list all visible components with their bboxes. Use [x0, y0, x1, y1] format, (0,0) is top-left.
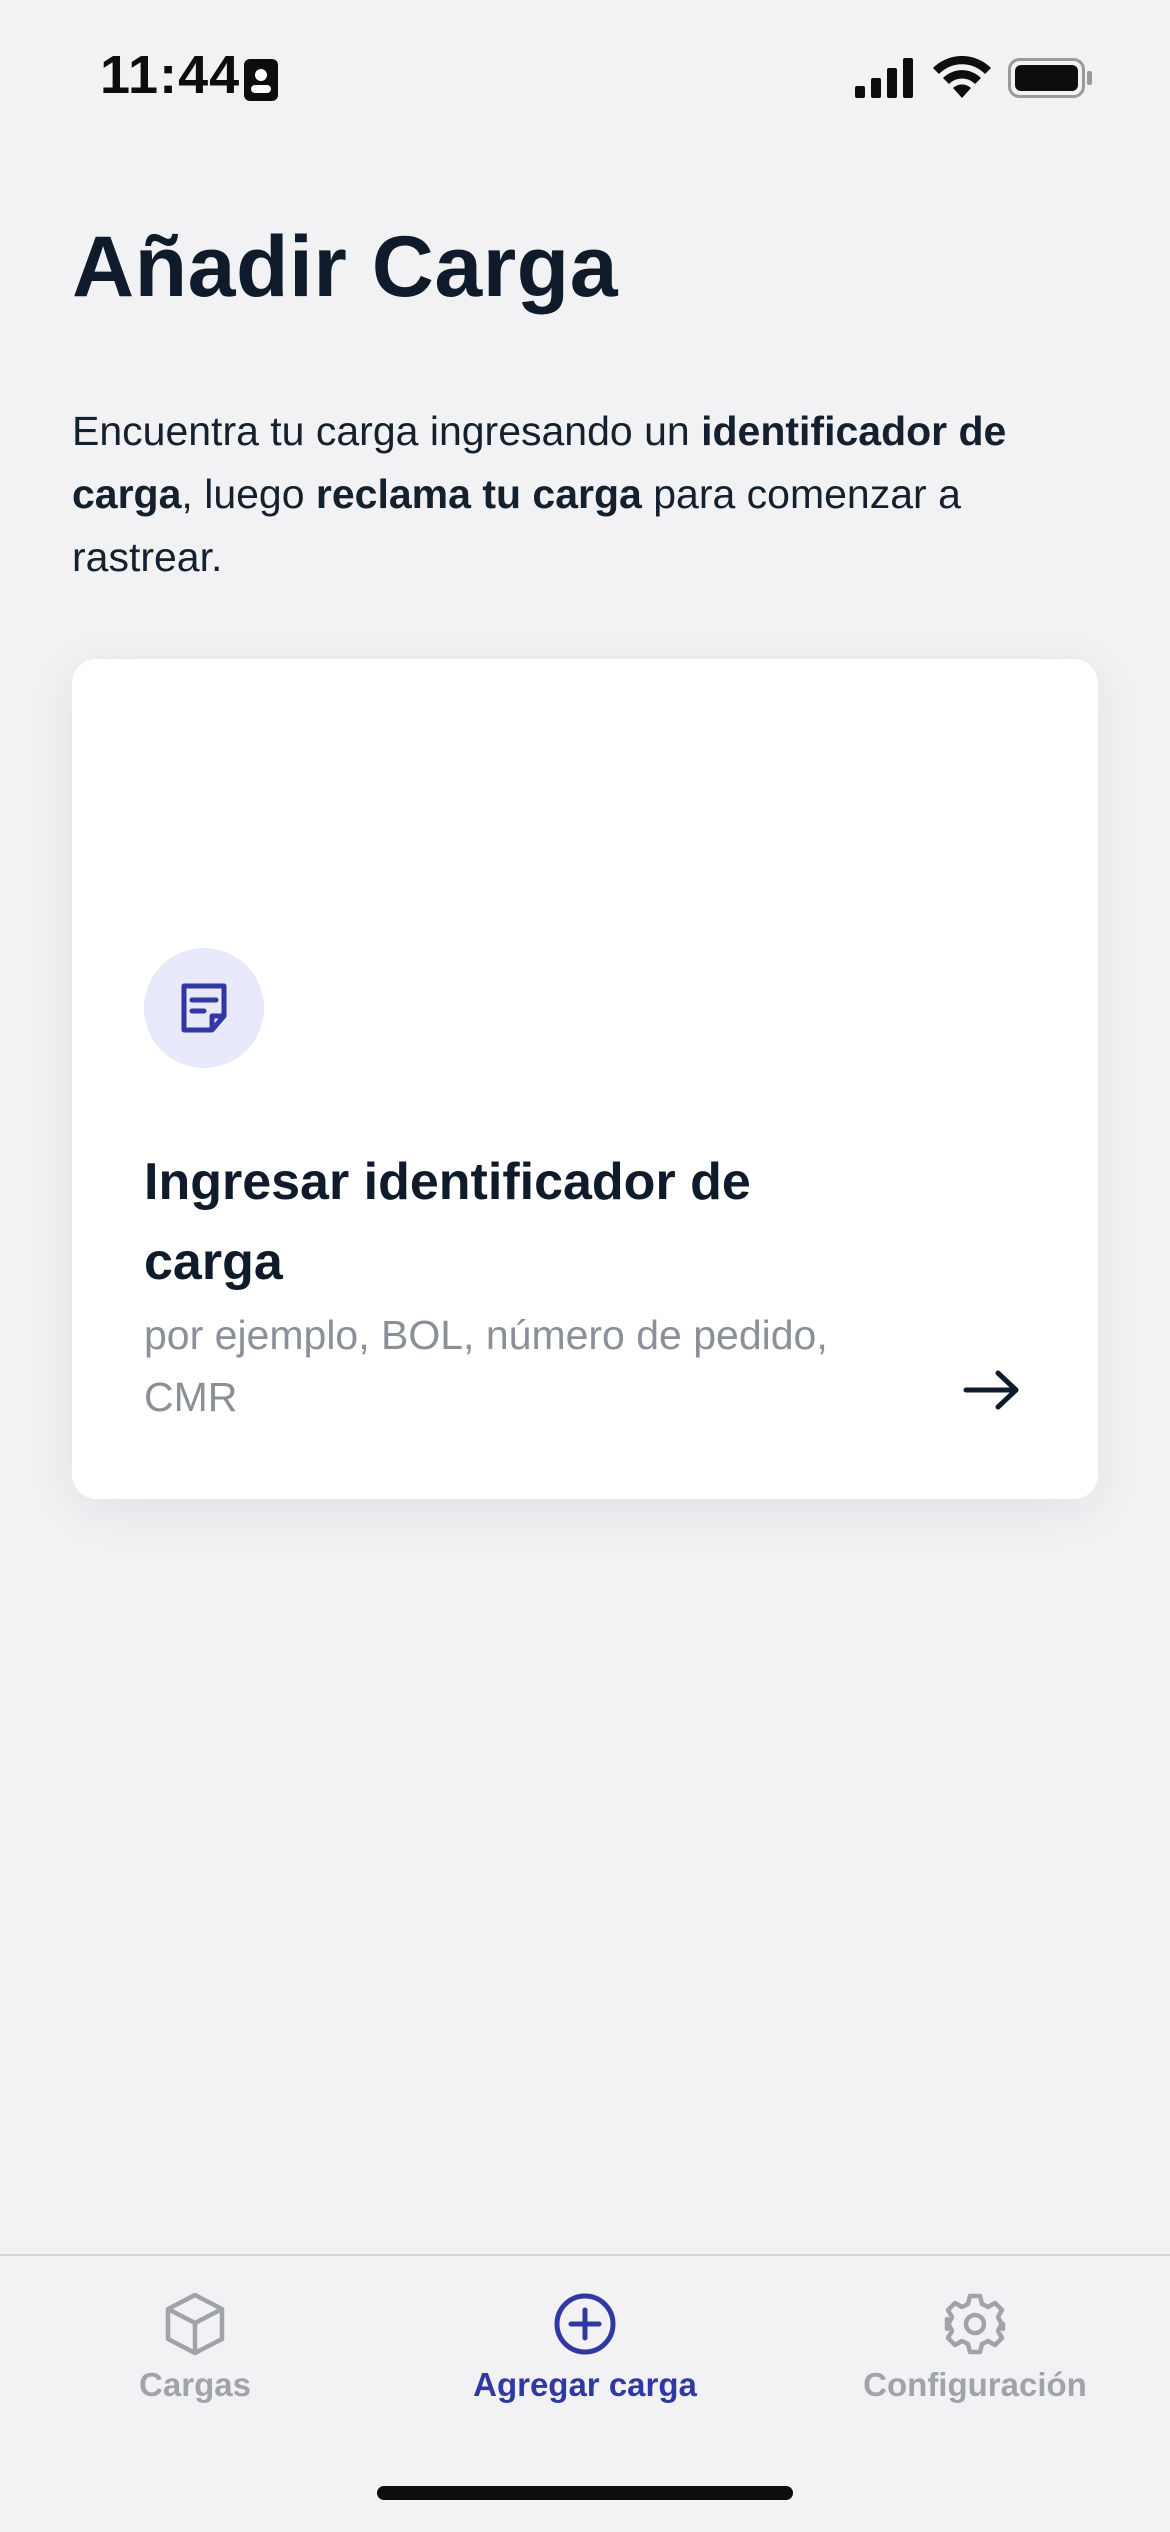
- battery-icon: [1008, 58, 1092, 98]
- tab-add-load[interactable]: Agregar carga: [390, 2256, 780, 2456]
- note-document-icon: [181, 983, 227, 1033]
- add-load-screen: 11:44 Añadir Carga Encuentra tu carga in…: [0, 0, 1170, 2532]
- card-icon-badge: [144, 948, 264, 1068]
- card-title: Ingresar identificador de carga: [144, 1153, 751, 1291]
- intro-text-part: Encuentra tu carga ingresando un: [72, 408, 702, 454]
- cube-icon: [165, 2292, 225, 2356]
- id-card-icon: [244, 59, 278, 101]
- gear-icon: [944, 2293, 1006, 2355]
- arrow-right-icon[interactable]: [962, 1367, 1022, 1413]
- enter-load-id-card[interactable]: Ingresar identificador de carga por ejem…: [72, 659, 1098, 1499]
- intro-bold-claim: reclama tu carga: [315, 471, 642, 517]
- status-time: 11:44: [100, 45, 241, 105]
- status-bar: 11:44: [0, 0, 1170, 150]
- wifi-icon: [933, 56, 991, 98]
- card-subtitle: por ejemplo, BOL, número de pedido, CMR: [144, 1312, 828, 1420]
- home-indicator[interactable]: [377, 2486, 793, 2500]
- tab-cargas[interactable]: Cargas: [0, 2256, 390, 2456]
- cellular-signal-icon: [855, 58, 913, 98]
- intro-text-part: , luego: [181, 471, 316, 517]
- tab-settings[interactable]: Configuración: [780, 2256, 1170, 2456]
- intro-text: Encuentra tu carga ingresando un identif…: [72, 400, 1102, 589]
- plus-circle-icon: [554, 2293, 616, 2355]
- tab-label: Agregar carga: [473, 2366, 697, 2403]
- tab-label: Cargas: [139, 2366, 251, 2403]
- tab-label: Configuración: [863, 2366, 1087, 2403]
- page-title: Añadir Carga: [72, 219, 619, 315]
